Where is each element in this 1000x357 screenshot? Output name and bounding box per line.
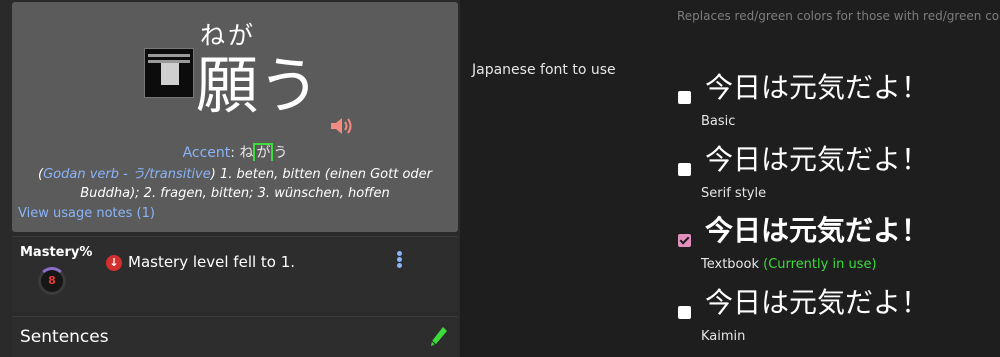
font-checkbox-kaimin[interactable] xyxy=(678,306,691,319)
font-checkbox-basic[interactable] xyxy=(678,91,691,104)
font-checkbox-serif[interactable] xyxy=(678,163,691,176)
mastery-section: Mastery% 8 ↓ Mastery level fell to 1. xyxy=(12,236,458,312)
vocab-panel: ねが 願う Accent: ねがう (Godan verb - う/transi… xyxy=(0,0,460,357)
font-name-textbook: Textbook (Currently in use) xyxy=(701,257,877,272)
font-setting-label: Japanese font to use xyxy=(472,62,616,78)
vocab-card: ねが 願う Accent: ねがう (Godan verb - う/transi… xyxy=(12,2,458,232)
more-options-icon[interactable] xyxy=(396,251,404,271)
accent-mora-marked: が xyxy=(253,143,274,161)
font-name-serif: Serif style xyxy=(701,186,767,201)
mastery-label: Mastery% xyxy=(20,245,93,260)
pencil-icon[interactable] xyxy=(430,325,448,347)
word-kanji: 願う xyxy=(196,49,321,122)
speaker-icon[interactable] xyxy=(329,116,353,136)
word-definition: (Godan verb - う/transitive) 1. beten, bi… xyxy=(38,167,432,201)
arrow-down-icon: ↓ xyxy=(106,255,122,271)
font-option-serif[interactable]: 今日は元気だよ！ Serif style xyxy=(678,142,998,212)
part-of-speech-link[interactable]: Godan verb - う/transitive xyxy=(43,167,211,182)
in-use-badge: (Currently in use) xyxy=(763,257,877,272)
word-reading: ねが xyxy=(200,21,257,50)
mastery-message: Mastery level fell to 1. xyxy=(128,253,296,271)
sentences-section: Sentences xyxy=(12,316,458,357)
font-sample-textbook: 今日は元気だよ！ xyxy=(705,214,930,247)
usage-notes-link[interactable]: View usage notes (1) xyxy=(18,206,155,221)
settings-panel: Replaces red/green colors for those with… xyxy=(460,0,1000,357)
pitch-accent: Accent: ねがう xyxy=(182,143,288,161)
font-sample-basic: 今日は元気だよ！ xyxy=(705,71,930,104)
mastery-level: 8 xyxy=(48,274,56,287)
font-name-textbook-label: Textbook xyxy=(701,257,759,272)
vocab-image-thumbnail[interactable] xyxy=(144,48,194,98)
font-name-kaimin: Kaimin xyxy=(701,329,746,344)
accent-mora-1: ね xyxy=(239,145,254,161)
font-option-basic[interactable]: 今日は元気だよ！ Basic xyxy=(678,70,998,140)
sentences-title: Sentences xyxy=(20,327,109,347)
font-sample-serif: 今日は元気だよ！ xyxy=(705,143,930,176)
font-checkbox-textbook[interactable] xyxy=(678,234,691,247)
font-sample-kaimin: 今日は元気だよ！ xyxy=(705,286,930,319)
mastery-ring: 8 xyxy=(38,267,66,295)
accent-label[interactable]: Accent xyxy=(183,145,231,161)
font-option-kaimin[interactable]: 今日は元気だよ！ Kaimin xyxy=(678,285,998,355)
font-name-basic: Basic xyxy=(701,114,736,129)
colorblind-description: Replaces red/green colors for those with… xyxy=(677,9,1000,23)
font-option-textbook[interactable]: 今日は元気だよ！ Textbook (Currently in use) xyxy=(678,213,998,283)
accent-mora-3: う xyxy=(273,145,288,161)
